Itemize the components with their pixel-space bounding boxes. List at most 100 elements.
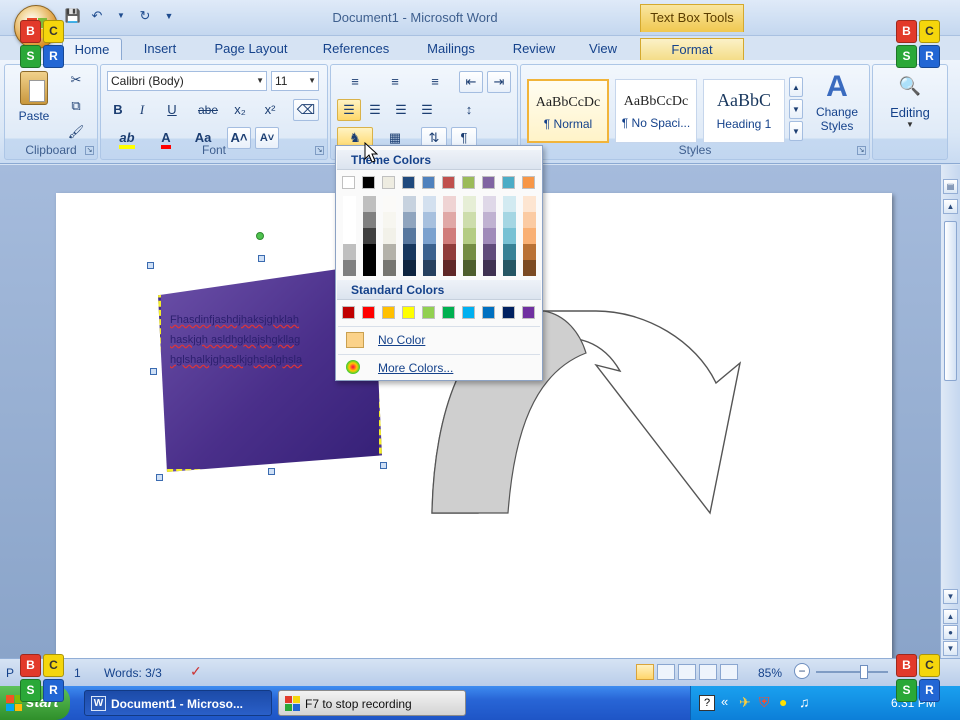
numbering-button[interactable]: ≡ <box>377 71 413 93</box>
format-painter-icon[interactable]: 🖌 <box>65 121 87 143</box>
theme-color-shade[interactable] <box>503 244 516 260</box>
standard-color-swatch[interactable] <box>422 306 435 319</box>
tab-home[interactable]: Home <box>62 38 122 60</box>
theme-color-shade[interactable] <box>403 244 416 260</box>
network-icon[interactable]: ✈ <box>739 694 751 711</box>
decrease-indent-button[interactable]: ⇤ <box>459 71 483 93</box>
resize-handle-top[interactable] <box>258 255 265 262</box>
theme-color-shade[interactable] <box>503 212 516 228</box>
subscript-button[interactable]: x₂ <box>227 99 253 121</box>
theme-color-swatch[interactable] <box>422 176 435 189</box>
theme-color-swatch[interactable] <box>382 176 395 189</box>
increase-indent-button[interactable]: ⇥ <box>487 71 511 93</box>
strikethrough-button[interactable]: abe <box>193 99 223 121</box>
ruler-toggle-icon[interactable]: ▤ <box>943 179 958 194</box>
theme-color-shade[interactable] <box>403 212 416 228</box>
superscript-button[interactable]: x² <box>257 99 283 121</box>
text-box-content[interactable]: Fhasdinfjashdjhaksjghklah haskjgh asldhg… <box>170 310 346 370</box>
theme-color-swatch[interactable] <box>362 176 375 189</box>
tab-page-layout[interactable]: Page Layout <box>206 38 296 60</box>
theme-color-shade[interactable] <box>403 196 416 212</box>
standard-color-swatch[interactable] <box>362 306 375 319</box>
draft-icon[interactable] <box>720 664 738 680</box>
theme-color-shade[interactable] <box>523 244 536 260</box>
theme-color-shade[interactable] <box>383 212 396 228</box>
resize-handle-br[interactable] <box>380 462 387 469</box>
theme-color-shade[interactable] <box>463 260 476 276</box>
theme-color-shade[interactable] <box>483 260 496 276</box>
theme-color-shade[interactable] <box>463 228 476 244</box>
help-icon[interactable]: ? <box>699 695 715 711</box>
proofing-icon[interactable]: ✓ <box>190 663 202 680</box>
theme-color-shade[interactable] <box>403 228 416 244</box>
theme-color-shade[interactable] <box>483 212 496 228</box>
tab-insert[interactable]: Insert <box>134 38 186 60</box>
scroll-thumb[interactable] <box>944 221 957 381</box>
font-name-combo[interactable]: Calibri (Body) ▼ <box>107 71 267 91</box>
resize-handle-tl[interactable] <box>147 262 154 269</box>
theme-color-shade[interactable] <box>503 228 516 244</box>
page-indicator[interactable]: P <box>6 666 14 680</box>
theme-color-shade[interactable] <box>483 228 496 244</box>
editing-button[interactable]: 🔍 Editing ▼ <box>877 73 943 143</box>
theme-color-shade[interactable] <box>463 196 476 212</box>
theme-color-shade[interactable] <box>483 196 496 212</box>
theme-color-shade[interactable] <box>343 212 356 228</box>
theme-color-shade[interactable] <box>343 244 356 260</box>
theme-color-shade[interactable] <box>423 244 436 260</box>
theme-color-shade[interactable] <box>383 228 396 244</box>
theme-color-shade[interactable] <box>503 260 516 276</box>
scroll-down-icon[interactable]: ▼ <box>943 589 958 604</box>
theme-color-shade[interactable] <box>463 244 476 260</box>
standard-color-swatch[interactable] <box>442 306 455 319</box>
theme-color-shade[interactable] <box>403 260 416 276</box>
theme-color-shade[interactable] <box>523 212 536 228</box>
theme-color-shade[interactable] <box>363 260 376 276</box>
standard-color-swatch[interactable] <box>522 306 535 319</box>
tab-references[interactable]: References <box>314 38 398 60</box>
zoom-out-icon[interactable]: − <box>794 663 810 679</box>
standard-color-swatch[interactable] <box>342 306 355 319</box>
justify-button[interactable]: ☰ <box>415 99 439 121</box>
print-layout-icon[interactable] <box>636 664 654 680</box>
zoom-slider-thumb[interactable] <box>860 665 868 679</box>
theme-color-shade[interactable] <box>443 196 456 212</box>
paste-button[interactable]: Paste <box>11 69 57 133</box>
align-right-button[interactable]: ☰ <box>389 99 413 121</box>
theme-color-shade[interactable] <box>443 228 456 244</box>
tab-format[interactable]: Format <box>640 38 744 60</box>
bullets-button[interactable]: ≡ <box>337 71 373 93</box>
security-shield-icon[interactable]: ⛨ <box>759 694 770 711</box>
copy-icon[interactable]: ⧉ <box>65 95 87 117</box>
cut-icon[interactable]: ✂ <box>65 69 87 91</box>
resize-handle-bottom[interactable] <box>268 468 275 475</box>
line-spacing-button[interactable]: ↕ <box>451 99 487 121</box>
theme-color-shade[interactable] <box>363 196 376 212</box>
theme-color-swatch[interactable] <box>462 176 475 189</box>
theme-color-shade[interactable] <box>363 228 376 244</box>
clear-formatting-button[interactable]: ⌫ <box>293 99 319 121</box>
theme-color-shade[interactable] <box>423 260 436 276</box>
tab-mailings[interactable]: Mailings <box>418 38 484 60</box>
word-count[interactable]: Words: 3/3 <box>104 666 162 680</box>
tray-expand-icon[interactable]: « <box>721 694 728 709</box>
volume-icon[interactable]: ♫ <box>799 694 810 710</box>
theme-color-shade[interactable] <box>363 212 376 228</box>
style-heading-1[interactable]: AaBbC Heading 1 <box>703 79 785 143</box>
multilevel-list-button[interactable]: ≡ <box>417 71 453 93</box>
tab-view[interactable]: View <box>580 38 626 60</box>
theme-color-shade[interactable] <box>443 260 456 276</box>
align-left-button[interactable]: ☰ <box>337 99 361 121</box>
theme-color-swatch[interactable] <box>402 176 415 189</box>
theme-color-shade[interactable] <box>443 244 456 260</box>
zoom-slider[interactable] <box>816 665 888 679</box>
standard-color-swatch[interactable] <box>462 306 475 319</box>
scroll-up-icon[interactable]: ▲ <box>943 199 958 214</box>
standard-color-swatch[interactable] <box>482 306 495 319</box>
theme-color-shade[interactable] <box>523 260 536 276</box>
theme-color-shade[interactable] <box>363 244 376 260</box>
theme-color-shade[interactable] <box>423 228 436 244</box>
theme-color-shade[interactable] <box>383 196 396 212</box>
web-layout-icon[interactable] <box>678 664 696 680</box>
theme-color-shade[interactable] <box>343 228 356 244</box>
